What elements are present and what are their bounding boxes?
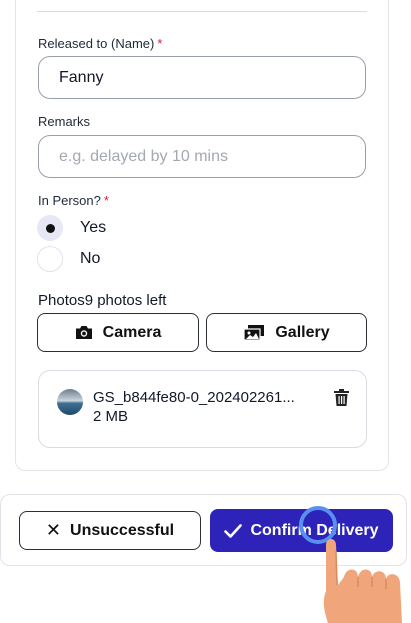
in-person-label: In Person? * xyxy=(38,193,109,208)
released-to-input[interactable] xyxy=(57,67,347,88)
checkmark-icon xyxy=(224,523,243,538)
photos-remaining: 9 photos left xyxy=(84,292,167,309)
photo-file-size: 2 MB xyxy=(93,408,129,425)
pointing-hand-icon xyxy=(323,539,402,623)
released-to-field[interactable] xyxy=(38,56,366,99)
gallery-button[interactable]: Gallery xyxy=(206,313,367,352)
unsuccessful-button-label: Unsuccessful xyxy=(70,521,175,539)
close-x-icon: ✕ xyxy=(45,520,62,540)
photo-thumbnail xyxy=(57,389,83,415)
photo-file-item: GS_b844fe80-0_202402261... 2 MB xyxy=(38,370,367,448)
gallery-icon xyxy=(243,325,265,341)
camera-button[interactable]: Camera xyxy=(37,313,199,352)
radio-selected-dot xyxy=(45,223,55,233)
required-mark: * xyxy=(103,193,109,208)
section-divider xyxy=(37,11,367,12)
radio-yes[interactable] xyxy=(37,215,63,241)
camera-button-label: Camera xyxy=(102,323,162,341)
radio-option-no[interactable]: No xyxy=(37,246,100,272)
gallery-button-label: Gallery xyxy=(275,323,330,341)
remarks-field[interactable] xyxy=(38,135,366,178)
unsuccessful-button[interactable]: ✕ Unsuccessful xyxy=(19,511,201,550)
photos-heading: Photos9 photos left xyxy=(38,292,166,309)
released-to-label-text: Released to (Name) xyxy=(38,36,155,51)
photos-title: Photos xyxy=(38,292,85,309)
radio-yes-label: Yes xyxy=(80,219,107,236)
remarks-input[interactable] xyxy=(57,146,347,167)
radio-no[interactable] xyxy=(37,246,63,272)
remarks-label: Remarks xyxy=(38,114,91,129)
photo-file-name: GS_b844fe80-0_202402261... xyxy=(93,389,295,406)
radio-no-label: No xyxy=(80,250,101,267)
radio-option-yes[interactable]: Yes xyxy=(37,215,106,241)
released-to-label: Released to (Name) * xyxy=(38,36,162,51)
required-mark: * xyxy=(157,36,163,51)
in-person-label-text: In Person? xyxy=(38,193,101,208)
trash-icon[interactable] xyxy=(334,389,349,406)
camera-icon xyxy=(75,326,92,339)
